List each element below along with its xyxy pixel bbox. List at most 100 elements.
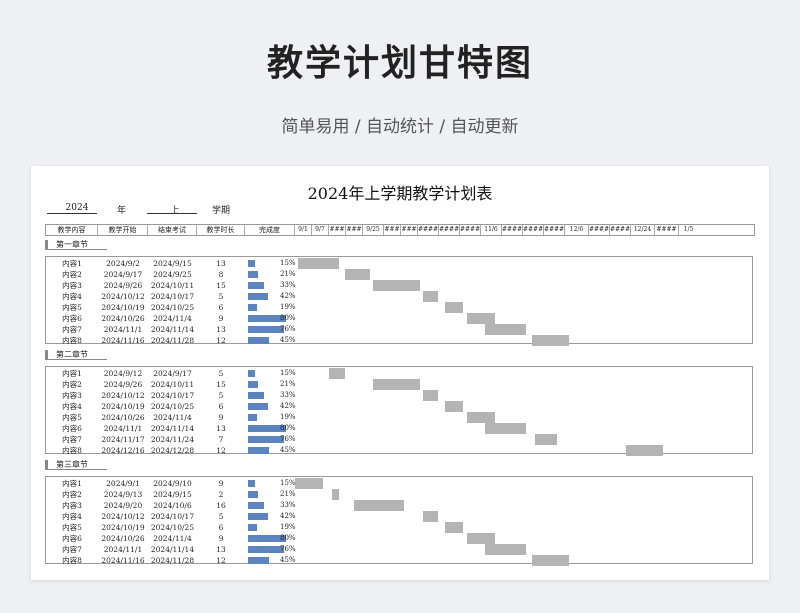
gantt-bar bbox=[422, 291, 439, 302]
table-row[interactable]: 内容7 2024/11/1 2024/11/14 13 76% bbox=[46, 324, 752, 335]
table-row[interactable]: 内容1 2024/9/12 2024/9/17 5 15% bbox=[46, 368, 752, 379]
content-cell: 内容7 bbox=[62, 545, 82, 554]
header-3: 结束考试 bbox=[148, 225, 197, 235]
content-cell: 内容8 bbox=[62, 446, 82, 455]
progress-bar bbox=[248, 370, 255, 377]
progress-bar bbox=[248, 337, 270, 344]
table-row[interactable]: 内容3 2024/9/20 2024/10/6 16 33% bbox=[46, 500, 752, 511]
table-row[interactable]: 内容6 2024/10/26 2024/11/4 9 80% bbox=[46, 533, 752, 544]
table-row[interactable]: 内容6 2024/11/1 2024/11/14 13 80% bbox=[46, 423, 752, 434]
end-date-cell: 2024/11/4 bbox=[153, 314, 192, 323]
table-row[interactable]: 内容4 2024/10/12 2024/10/17 5 42% bbox=[46, 291, 752, 302]
table-row[interactable]: 内容7 2024/11/17 2024/11/24 7 76% bbox=[46, 434, 752, 445]
end-date-cell: 2024/9/10 bbox=[153, 479, 192, 488]
table-row[interactable]: 内容8 2024/11/16 2024/11/28 12 45% bbox=[46, 555, 752, 566]
gantt-bar bbox=[444, 302, 464, 313]
content-cell: 内容3 bbox=[62, 281, 82, 290]
end-date-cell: 2024/10/25 bbox=[150, 523, 195, 532]
date-header-18: 12/24 bbox=[631, 225, 655, 235]
gantt-bar bbox=[485, 423, 526, 434]
chapter-table: 内容1 2024/9/12 2024/9/17 5 15% 内容2 2024/9/26 202… bbox=[45, 366, 753, 456]
content-cell: 内容2 bbox=[62, 380, 82, 389]
progress-bar bbox=[248, 271, 258, 278]
start-date-cell: 2024/9/13 bbox=[103, 490, 143, 499]
date-header-12: #### bbox=[502, 225, 523, 235]
progress-label: 76% bbox=[280, 545, 296, 553]
gantt-sheet: 2024年上学期教学计划表 2024 年 上 学期 教学内容 教学开始 结束考试 教学… bbox=[31, 166, 769, 580]
table-row[interactable]: 内容1 2024/9/2 2024/9/15 13 15% bbox=[46, 258, 752, 269]
date-header-5: 9/25 bbox=[363, 225, 384, 235]
start-date-cell: 2024/10/19 bbox=[101, 523, 145, 532]
table-row[interactable]: 内容3 2024/9/26 2024/10/11 15 33% bbox=[46, 280, 752, 291]
table-row[interactable]: 内容7 2024/11/1 2024/11/14 13 76% bbox=[46, 544, 752, 555]
date-header-17: #### bbox=[610, 225, 631, 235]
duration-cell: 6 bbox=[218, 402, 224, 411]
gantt-bar bbox=[535, 434, 557, 445]
table-row[interactable]: 内容4 2024/10/19 2024/10/25 6 42% bbox=[46, 401, 752, 412]
content-cell: 内容4 bbox=[62, 512, 82, 521]
start-date-cell: 2024/11/1 bbox=[103, 325, 143, 334]
table-row[interactable]: 内容2 2024/9/17 2024/9/25 8 21% bbox=[46, 269, 752, 280]
table-row[interactable]: 内容5 2024/10/26 2024/11/4 9 19% bbox=[46, 412, 752, 423]
progress-bar bbox=[248, 436, 284, 443]
end-date-cell: 2024/10/25 bbox=[150, 303, 195, 312]
date-header-3: ### bbox=[329, 225, 346, 235]
table-row[interactable]: 内容2 2024/9/13 2024/9/15 2 21% bbox=[46, 489, 752, 500]
start-date-cell: 2024/10/26 bbox=[101, 314, 145, 323]
end-date-cell: 2024/11/28 bbox=[150, 556, 195, 565]
gantt-bar bbox=[354, 500, 405, 511]
progress-label: 21% bbox=[280, 380, 296, 388]
duration-cell: 12 bbox=[216, 336, 226, 345]
chapter-label: 第三章节 bbox=[45, 460, 107, 470]
end-date-cell: 2024/9/17 bbox=[153, 369, 192, 378]
table-row[interactable]: 内容5 2024/10/19 2024/10/25 6 19% bbox=[46, 522, 752, 533]
year-label: 年 bbox=[117, 206, 127, 216]
duration-cell: 5 bbox=[218, 369, 224, 378]
table-row[interactable]: 内容5 2024/10/19 2024/10/25 6 19% bbox=[46, 302, 752, 313]
table-row[interactable]: 内容6 2024/10/26 2024/11/4 9 80% bbox=[46, 313, 752, 324]
content-cell: 内容6 bbox=[62, 314, 82, 323]
sheet-title: 2024年上学期教学计划表 bbox=[307, 184, 493, 203]
term-underline bbox=[147, 213, 197, 214]
table-row[interactable]: 内容1 2024/9/1 2024/9/10 9 15% bbox=[46, 478, 752, 489]
progress-label: 21% bbox=[280, 270, 296, 278]
gantt-bar bbox=[444, 401, 464, 412]
start-date-cell: 2024/11/16 bbox=[101, 556, 145, 565]
end-date-cell: 2024/10/17 bbox=[150, 512, 195, 521]
content-cell: 内容3 bbox=[62, 391, 82, 400]
end-date-cell: 2024/11/14 bbox=[150, 325, 195, 334]
table-row[interactable]: 内容2 2024/9/26 2024/10/11 15 21% bbox=[46, 379, 752, 390]
gantt-bar bbox=[422, 511, 439, 522]
date-header-8: #### bbox=[418, 225, 439, 235]
date-header-10: #### bbox=[460, 225, 481, 235]
year-value[interactable]: 2024 bbox=[59, 203, 95, 213]
term-value[interactable]: 上 bbox=[157, 203, 193, 216]
table-header: 教学内容 教学开始 结束考试 教学时长 完成度 9/1 9/7 ### ### 9/25 ### ##… bbox=[45, 224, 755, 236]
duration-cell: 6 bbox=[218, 523, 224, 532]
end-date-cell: 2024/10/11 bbox=[150, 281, 195, 290]
duration-cell: 6 bbox=[218, 303, 224, 312]
end-date-cell: 2024/11/28 bbox=[150, 336, 195, 345]
duration-cell: 5 bbox=[218, 512, 224, 521]
table-row[interactable]: 内容3 2024/10/12 2024/10/17 5 33% bbox=[46, 390, 752, 401]
date-header-7: ### bbox=[401, 225, 418, 235]
progress-bar bbox=[248, 381, 258, 388]
table-row[interactable]: 内容8 2024/11/16 2024/11/28 12 45% bbox=[46, 335, 752, 346]
start-date-cell: 2024/11/1 bbox=[103, 424, 143, 433]
progress-bar bbox=[248, 304, 257, 311]
end-date-cell: 2024/11/4 bbox=[153, 534, 192, 543]
page-title: 教学计划甘特图 bbox=[266, 43, 533, 84]
table-row[interactable]: 内容8 2024/12/16 2024/12/28 12 45% bbox=[46, 445, 752, 456]
date-header-20: 1/5 bbox=[683, 226, 694, 233]
duration-cell: 13 bbox=[216, 325, 226, 334]
progress-bar bbox=[248, 260, 255, 267]
start-date-cell: 2024/10/26 bbox=[101, 534, 145, 543]
year-underline bbox=[47, 213, 97, 214]
start-date-cell: 2024/11/16 bbox=[101, 336, 145, 345]
progress-label: 42% bbox=[280, 512, 296, 520]
end-date-cell: 2024/9/15 bbox=[153, 259, 192, 268]
chapter-table: 内容1 2024/9/1 2024/9/10 9 15% 内容2 2024/9/13 2024… bbox=[45, 476, 753, 566]
start-date-cell: 2024/10/12 bbox=[101, 391, 145, 400]
progress-label: 42% bbox=[280, 292, 296, 300]
table-row[interactable]: 内容4 2024/10/12 2024/10/17 5 42% bbox=[46, 511, 752, 522]
